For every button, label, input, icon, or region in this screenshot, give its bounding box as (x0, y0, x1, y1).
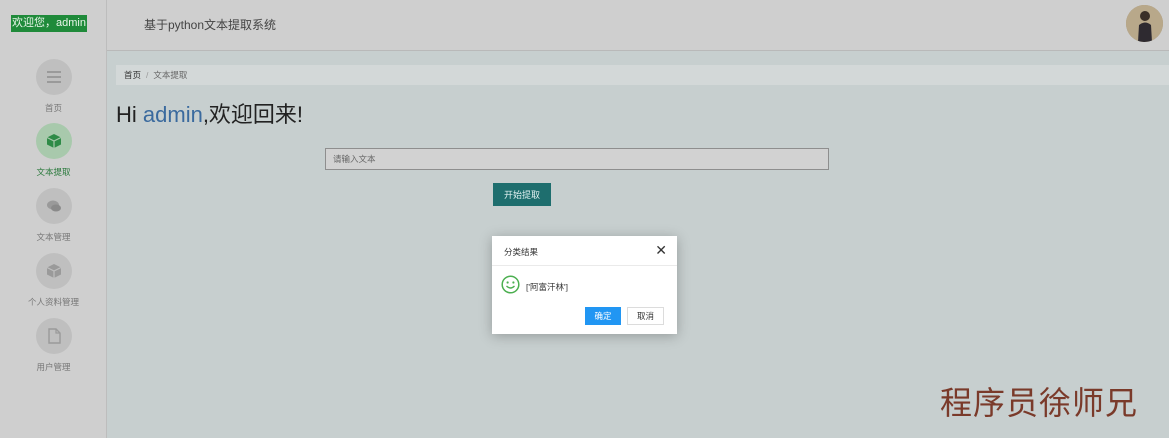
welcome-badge: 欢迎您，admin (11, 15, 87, 32)
sidebar-item-text-management[interactable]: 文本管理 (0, 188, 107, 243)
breadcrumb-current: 文本提取 (153, 70, 188, 80)
greeting-suffix: ,欢迎回来! (202, 102, 304, 127)
greeting-username: admin (142, 102, 203, 127)
chat-icon (35, 188, 72, 224)
box-icon (35, 123, 72, 159)
text-input[interactable] (325, 148, 829, 170)
cube-icon (35, 253, 72, 289)
sidebar-item-home[interactable]: 首页 (0, 59, 107, 114)
classification-result: ['阿富汗林'] (526, 282, 568, 292)
menu-icon (35, 59, 72, 95)
cancel-button[interactable]: 取消 (627, 307, 664, 325)
dialog-footer: 确定 取消 (492, 304, 677, 332)
breadcrumb-home[interactable]: 首页 (124, 70, 141, 80)
sidebar-item-text-extraction[interactable]: 文本提取 (0, 123, 107, 178)
sidebar: 欢迎您，admin 首页 文本提取 文本管理 个人资料管理 用户管理 (0, 0, 107, 438)
top-header: 基于python文本提取系统 (107, 0, 1169, 51)
close-icon[interactable]: ✕ (655, 242, 667, 258)
dialog-body: ['阿富汗林'] (492, 266, 677, 304)
greeting-prefix: Hi (116, 102, 143, 127)
sidebar-item-users[interactable]: 用户管理 (0, 318, 107, 373)
confirm-button[interactable]: 确定 (585, 307, 621, 325)
sidebar-item-label: 文本提取 (36, 167, 71, 177)
smile-icon (501, 275, 520, 294)
sidebar-item-label: 首页 (44, 103, 62, 113)
start-extraction-button[interactable]: 开始提取 (493, 183, 551, 206)
sidebar-item-label: 用户管理 (36, 362, 71, 372)
sidebar-item-label: 个人资料管理 (27, 297, 79, 307)
result-dialog: 分类结果 ✕ ['阿富汗林'] 确定 取消 (492, 236, 677, 334)
app-title: 基于python文本提取系统 (144, 18, 277, 32)
dialog-title: 分类结果 (504, 247, 539, 257)
sidebar-item-label: 文本管理 (36, 232, 71, 242)
breadcrumb-separator: / (146, 70, 149, 80)
sidebar-item-profile[interactable]: 个人资料管理 (0, 253, 107, 308)
breadcrumb: 首页 / 文本提取 (116, 65, 1169, 85)
watermark: 程序员徐师兄 (940, 384, 1139, 422)
dialog-header: 分类结果 ✕ (492, 236, 677, 266)
page-title: Hi admin,欢迎回来! (116, 97, 303, 129)
avatar[interactable] (1126, 5, 1163, 42)
document-icon (35, 318, 72, 354)
